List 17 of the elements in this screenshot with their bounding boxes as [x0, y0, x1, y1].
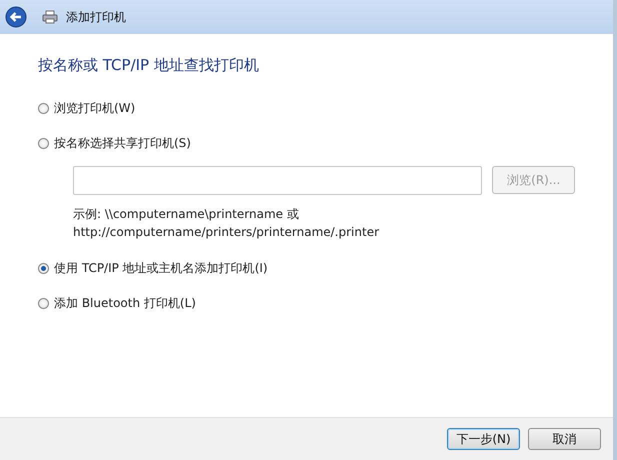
- dialog-button[interactable]: 取消: [528, 428, 601, 450]
- window-title: 添加打印机: [66, 8, 126, 26]
- radio-button[interactable]: [38, 262, 49, 274]
- back-button[interactable]: [4, 5, 28, 29]
- example-text: http://computername/printers/printername/.printer: [73, 224, 380, 241]
- radio-label: 使用 TCP/IP 地址或主机名添加打印机(I): [54, 260, 268, 276]
- printer-path-field[interactable]: [73, 166, 482, 195]
- radio-label: 按名称选择共享打印机(S): [54, 134, 191, 152]
- printer-icon: [42, 10, 58, 24]
- radio-label: 浏览打印机(W): [54, 100, 136, 116]
- radio-button[interactable]: [38, 102, 49, 114]
- radio-button[interactable]: [38, 298, 49, 308]
- radio-label: 添加 Bluetooth 打印机(L): [54, 294, 196, 312]
- dialog-button[interactable]: 下一步(N): [447, 428, 520, 450]
- radio-button[interactable]: [38, 138, 49, 148]
- example-text: 示例: \\computername\printername 或: [73, 206, 300, 223]
- page-heading: 按名称或 TCP/IP 地址查找打印机: [38, 56, 260, 75]
